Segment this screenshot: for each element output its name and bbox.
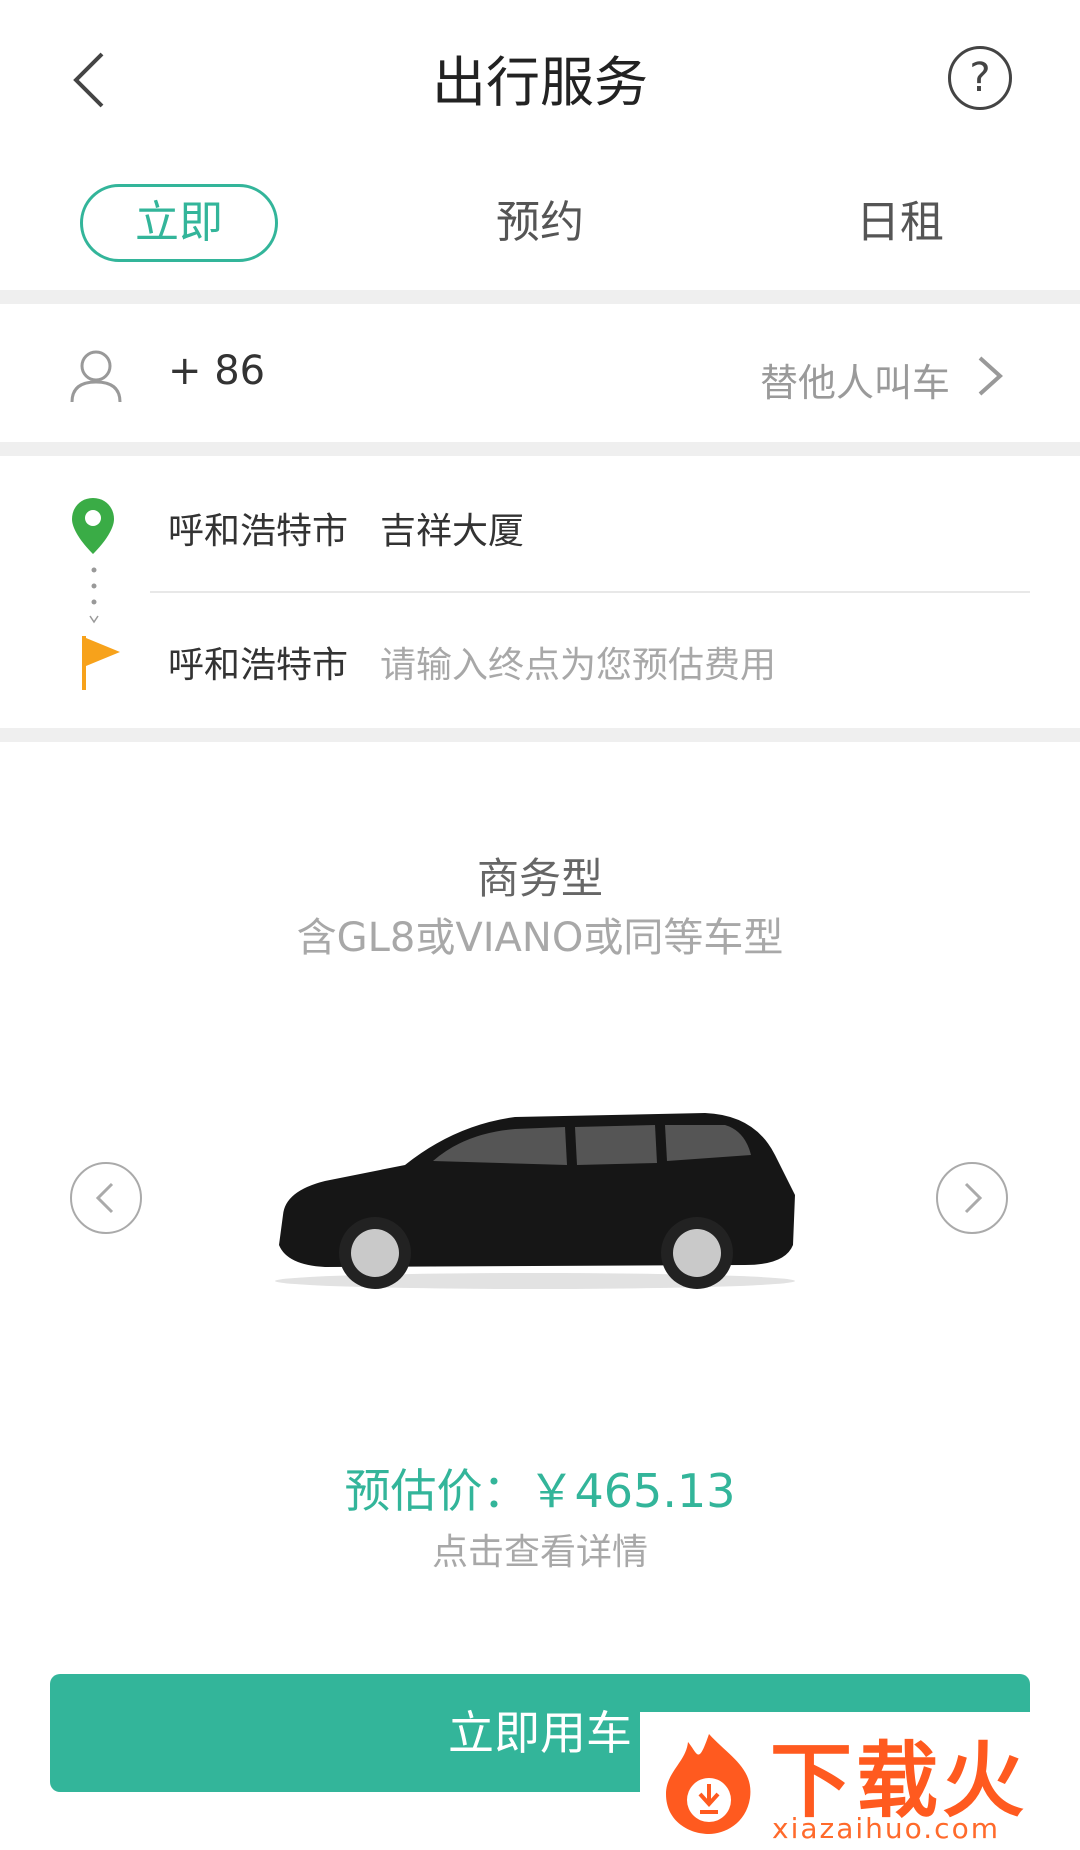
car-type-label: 商务型 <box>476 854 603 903</box>
call-for-others-link[interactable]: 替他人叫车 <box>760 352 950 407</box>
route-connector <box>89 564 99 644</box>
help-icon[interactable]: ? <box>948 46 1012 110</box>
chevron-right-icon <box>970 350 1010 402</box>
from-city[interactable]: 呼和浩特市 <box>168 502 348 554</box>
user-icon <box>68 346 124 406</box>
phone-code: + 86 <box>168 348 266 394</box>
destination-input[interactable]: 请输入终点为您预估费用 <box>380 636 776 688</box>
car-image <box>265 1095 805 1295</box>
tab-daily-rent[interactable]: 日租 <box>800 184 1000 262</box>
start-pin-icon <box>70 496 116 556</box>
watermark: 下载火 xiazaihuo.com <box>640 1712 1080 1850</box>
to-city[interactable]: 呼和浩特市 <box>168 636 348 688</box>
flame-logo-icon <box>654 1728 764 1838</box>
passenger-row[interactable]: + 86 替他人叫车 <box>0 306 1080 442</box>
destination-flag-icon <box>80 634 124 692</box>
section-divider <box>0 290 1080 304</box>
prev-car-button[interactable] <box>70 1162 142 1234</box>
car-description: 含GL8或VIANO或同等车型 <box>296 915 784 961</box>
from-place[interactable]: 吉祥大厦 <box>380 502 524 554</box>
watermark-url: xiazaihuo.com <box>772 1812 1000 1845</box>
price-detail-link[interactable]: 点击查看详情 <box>0 1523 1080 1575</box>
tab-reserve[interactable]: 预约 <box>440 184 640 262</box>
section-divider <box>0 728 1080 742</box>
estimated-price: 预估价：￥465.13 <box>344 1464 736 1518</box>
header-bar: 出行服务 ? <box>0 0 1080 160</box>
next-car-button[interactable] <box>936 1162 1008 1234</box>
address-divider <box>150 591 1030 593</box>
tab-now[interactable]: 立即 <box>80 184 278 262</box>
page-title: 出行服务 <box>432 51 648 114</box>
route-panel: 呼和浩特市 吉祥大厦 呼和浩特市 请输入终点为您预估费用 <box>0 456 1080 728</box>
section-divider <box>0 442 1080 456</box>
